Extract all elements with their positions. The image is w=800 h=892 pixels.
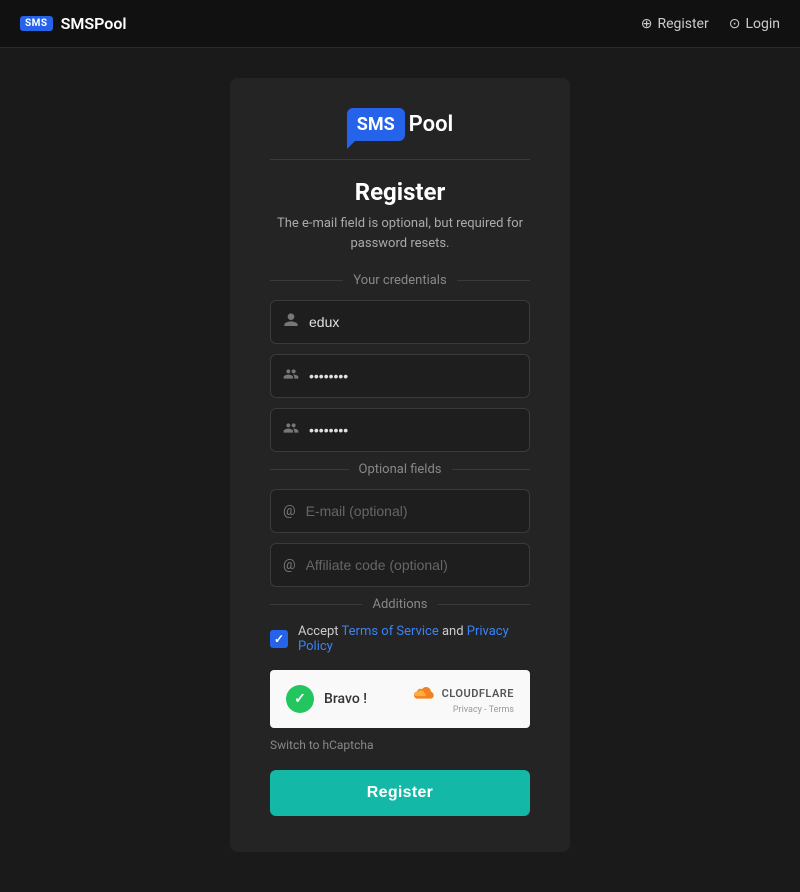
additions-section-label: Additions: [270, 597, 530, 612]
login-nav-link[interactable]: ⊙ Login: [729, 16, 780, 32]
navbar: SMS SMSPool ⊕ Register ⊙ Login: [0, 0, 800, 48]
confirm-password-input[interactable]: [309, 422, 517, 438]
confirm-password-icon: [283, 420, 299, 440]
brand-name: SMSPool: [61, 14, 127, 33]
password-input[interactable]: [309, 368, 517, 384]
email-input[interactable]: [306, 503, 517, 519]
confirm-password-input-group: [270, 408, 530, 452]
login-nav-icon: ⊙: [729, 16, 741, 32]
register-button[interactable]: Register: [270, 770, 530, 816]
email-input-group: @: [270, 489, 530, 533]
username-input-group: [270, 300, 530, 344]
terms-label: Accept Terms of Service and Privacy Poli…: [298, 624, 530, 654]
captcha-check-icon: ✓: [286, 685, 314, 713]
register-nav-link[interactable]: ⊕ Register: [641, 16, 709, 32]
additions-section: Additions ✓ Accept Terms of Service and …: [270, 597, 530, 816]
user-icon: [283, 312, 299, 332]
register-nav-icon: ⊕: [641, 16, 653, 32]
affiliate-input[interactable]: [306, 557, 517, 573]
affiliate-icon: @: [283, 557, 296, 573]
cloudflare-cloud-icon: [406, 683, 438, 703]
logo-bubble: SMS Pool: [347, 108, 454, 141]
terms-checkbox[interactable]: ✓: [270, 630, 288, 648]
affiliate-input-group: @: [270, 543, 530, 587]
captcha-right: CLOUDFLARE Privacy - Terms: [406, 683, 514, 715]
terms-checkbox-row: ✓ Accept Terms of Service and Privacy Po…: [270, 624, 530, 654]
form-subtitle: The e-mail field is optional, but requir…: [270, 214, 530, 253]
captcha-box[interactable]: ✓ Bravo ! CLOUDFLARE Privacy - Terms: [270, 670, 530, 728]
main-content: SMS Pool Register The e-mail field is op…: [0, 48, 800, 892]
navbar-actions: ⊕ Register ⊙ Login: [641, 16, 780, 32]
logo-pool: Pool: [409, 112, 454, 137]
checkmark-icon: ✓: [274, 632, 284, 646]
password-input-group: [270, 354, 530, 398]
email-icon: @: [283, 503, 296, 519]
login-nav-label: Login: [745, 16, 780, 32]
password-icon: [283, 366, 299, 386]
logo-area: SMS Pool: [270, 108, 530, 141]
cloudflare-logo: CLOUDFLARE: [406, 683, 514, 703]
logo-divider: [270, 159, 530, 160]
credentials-section-label: Your credentials: [270, 273, 530, 288]
sms-badge: SMS: [20, 16, 53, 31]
brand-logo: SMS SMSPool: [20, 14, 127, 33]
captcha-bravo-text: Bravo !: [324, 691, 367, 707]
optional-section-label: Optional fields: [270, 462, 530, 477]
cloudflare-text: CLOUDFLARE: [442, 687, 514, 700]
captcha-privacy-text: Privacy - Terms: [453, 705, 514, 715]
register-nav-label: Register: [657, 16, 708, 32]
logo-sms: SMS: [347, 108, 405, 141]
terms-of-service-link[interactable]: Terms of Service: [342, 624, 439, 639]
form-title: Register: [270, 178, 530, 206]
username-input[interactable]: [309, 314, 517, 330]
captcha-left: ✓ Bravo !: [286, 685, 367, 713]
switch-captcha-link[interactable]: Switch to hCaptcha: [270, 738, 530, 752]
register-card: SMS Pool Register The e-mail field is op…: [230, 78, 570, 852]
